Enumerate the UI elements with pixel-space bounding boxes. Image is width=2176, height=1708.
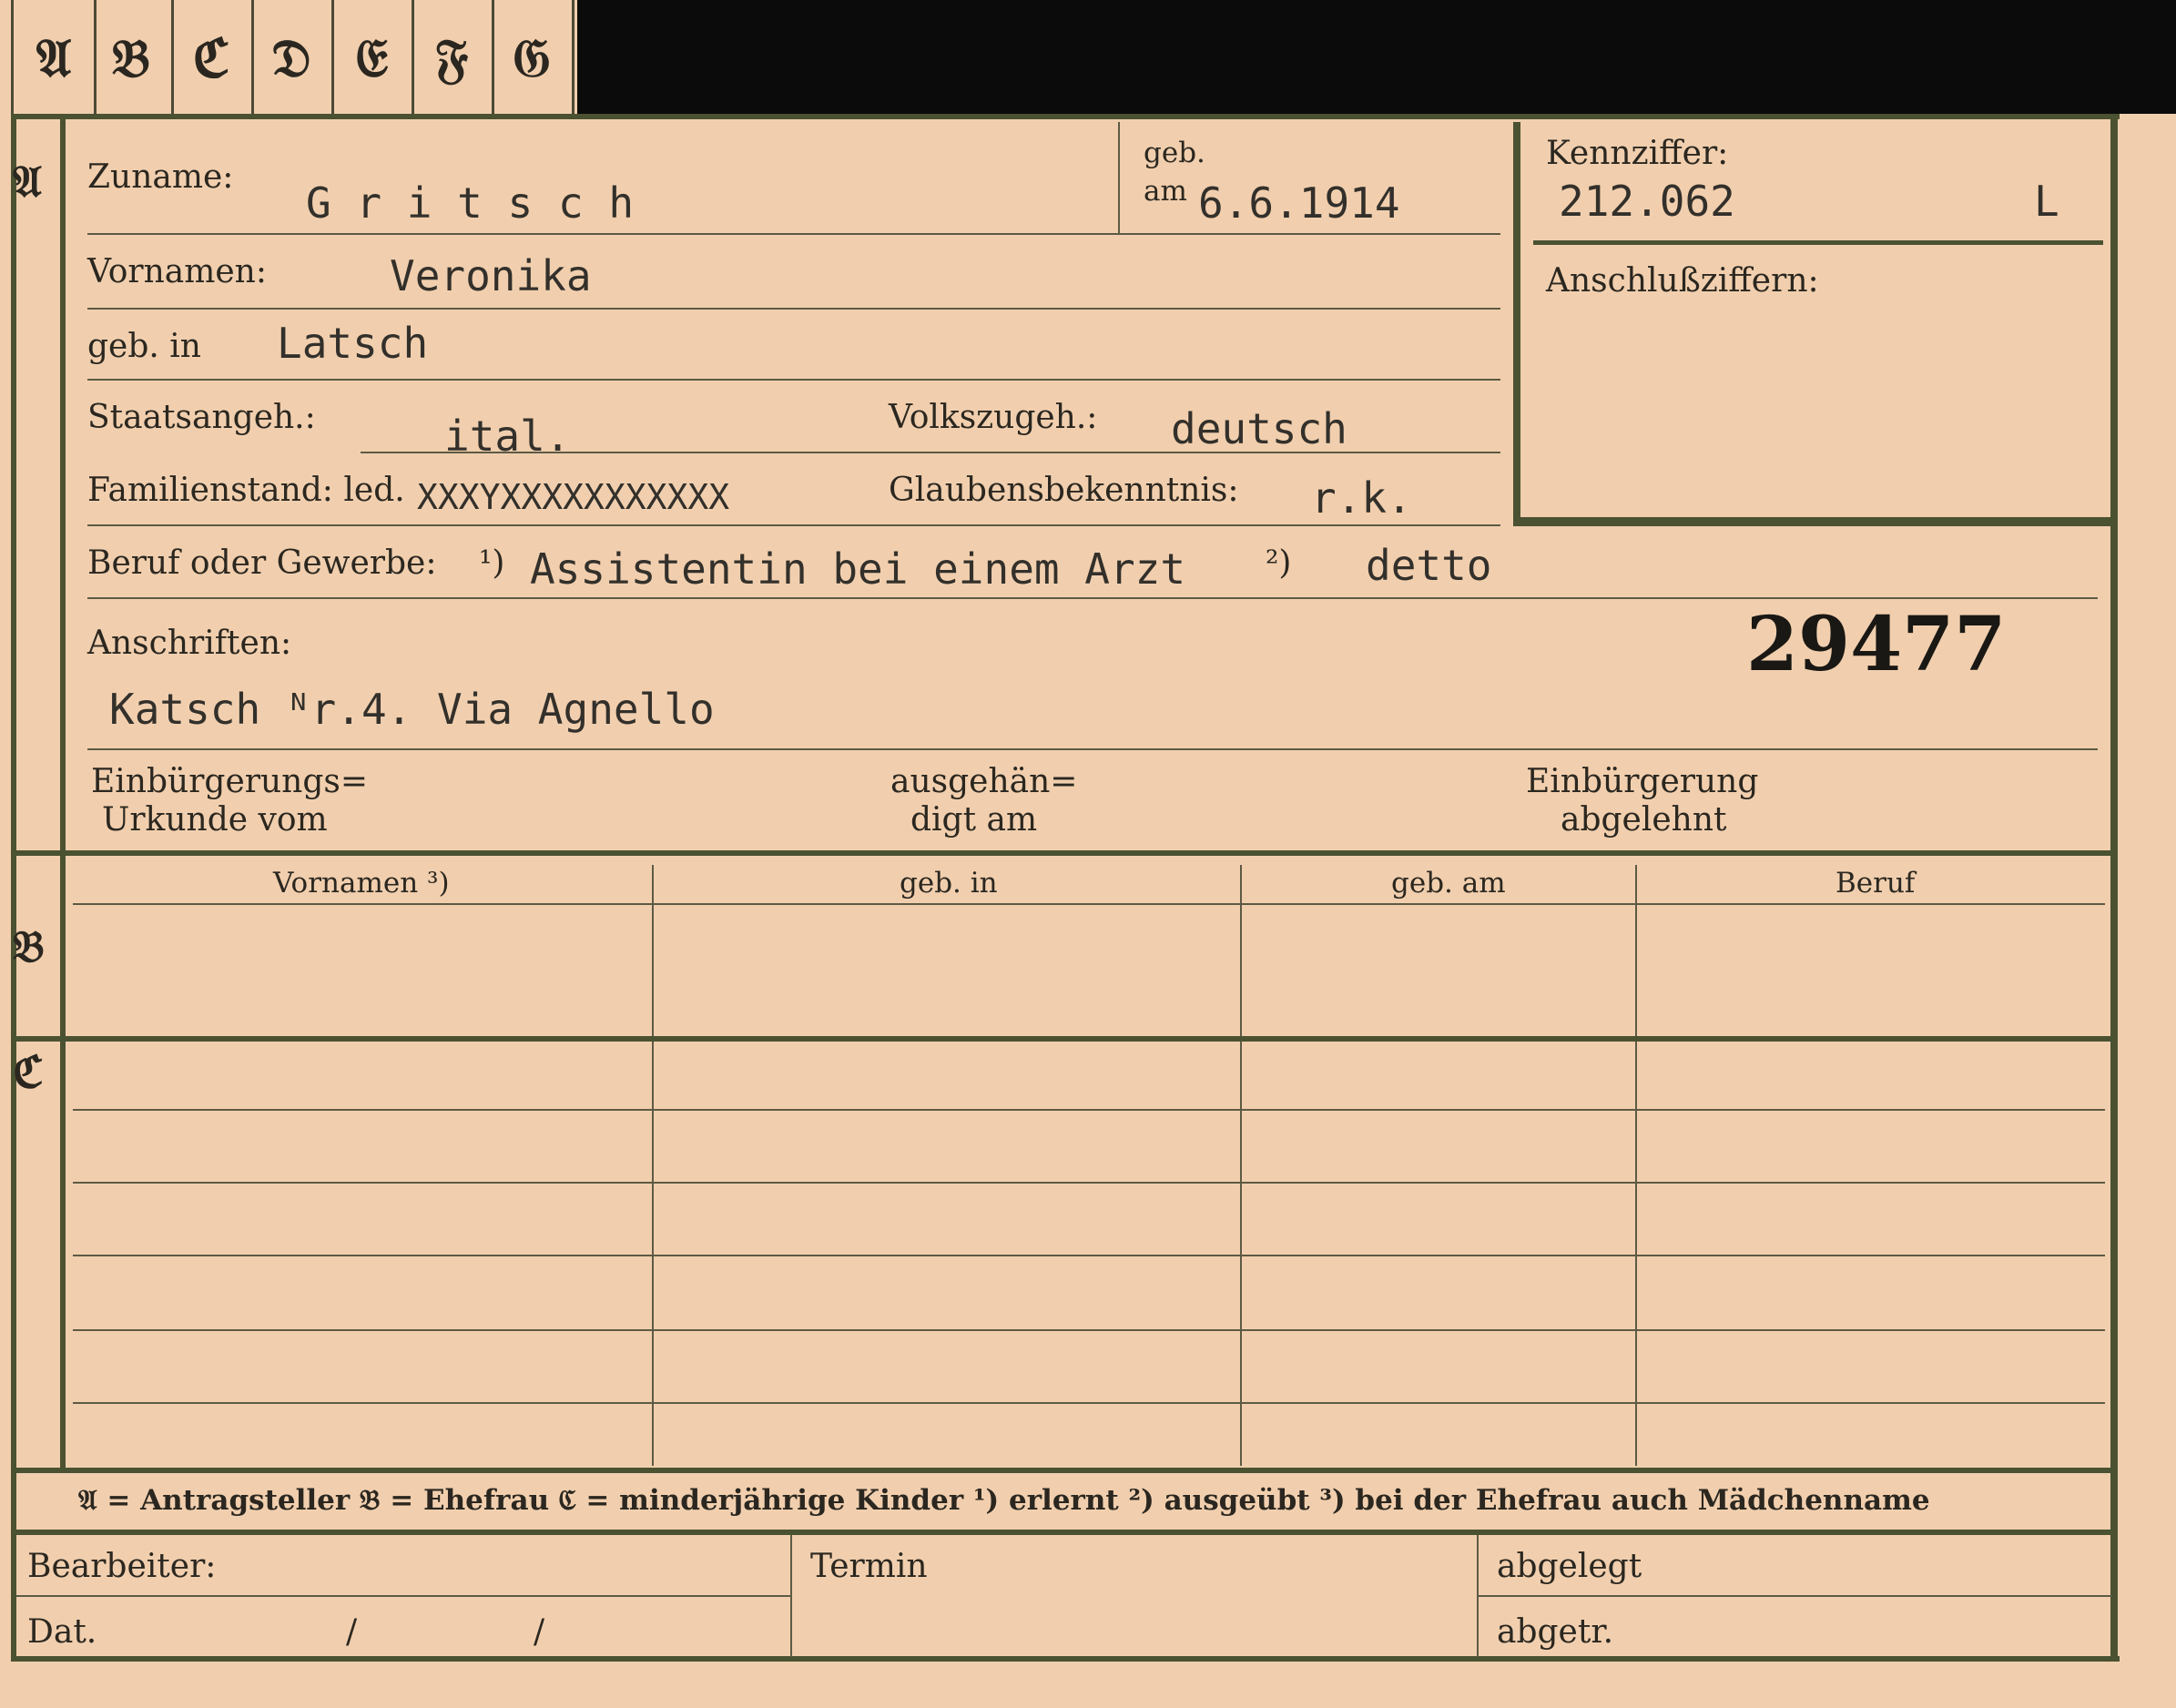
- familienstand-struck: XXXYXXXXXXXXXXX: [417, 477, 730, 517]
- footer-divider-1: [790, 1535, 792, 1657]
- footer-line: [1479, 1595, 2112, 1597]
- frame-bottom: [11, 1656, 2120, 1662]
- frame-left: [11, 114, 16, 1662]
- legend-text: 𝔄 = Antragsteller 𝔅 = Ehefrau ℭ = minder…: [78, 1484, 1930, 1517]
- section-c-letter: ℭ: [13, 1047, 44, 1098]
- kennziffer-box-bottom: [1513, 517, 2110, 526]
- row-line: [87, 308, 1500, 310]
- header-line: [73, 903, 2105, 905]
- geb-am-value: 6.6.1914: [1198, 178, 1400, 228]
- frame-right: [2110, 114, 2118, 1662]
- volkszugeh-value: deutsch: [1171, 404, 1347, 453]
- table-header-vornamen: Vornamen ³): [273, 867, 450, 900]
- stamp-number: 29477: [1746, 601, 2007, 688]
- ausgehaen-line2: digt am: [910, 801, 1038, 839]
- dat-label: Dat.: [27, 1613, 97, 1651]
- row-line: [361, 452, 1500, 453]
- section-b-top: [11, 850, 2116, 856]
- tab-g[interactable]: 𝔊: [492, 0, 575, 117]
- glaubens-value: r.k.: [1311, 473, 1412, 523]
- geb-divider: [1118, 122, 1120, 233]
- geb-label: geb.: [1144, 137, 1205, 169]
- einb-urkunde-line2: Urkunde vom: [102, 801, 328, 839]
- child-row-line: [73, 1182, 2105, 1184]
- einb-abgelehnt-line1: Einbürgerung: [1526, 763, 1759, 800]
- bearbeiter-label: Bearbeiter:: [27, 1548, 217, 1585]
- dat-slash-1: /: [346, 1613, 358, 1651]
- kennziffer-value: 212.062: [1559, 177, 1735, 226]
- tab-a[interactable]: 𝔄: [11, 0, 97, 117]
- beruf-mark-1: ¹): [479, 544, 505, 582]
- col-divider-3: [1635, 865, 1637, 1466]
- section-b-letter: 𝔅: [13, 921, 45, 972]
- tab-f[interactable]: 𝔉: [412, 0, 494, 117]
- tab-c[interactable]: ℭ: [171, 0, 254, 117]
- am-label: am: [1144, 175, 1187, 208]
- table-header-geb-am: geb. am: [1391, 867, 1506, 900]
- einb-abgelehnt-line2: abgelehnt: [1561, 801, 1727, 839]
- section-c-top: [11, 1036, 2116, 1042]
- child-row-line: [73, 1329, 2105, 1331]
- vornamen-label: Vornamen:: [87, 253, 267, 290]
- child-row-line: [73, 1255, 2105, 1256]
- table-header-geb-in: geb. in: [900, 867, 998, 900]
- anschriften-value: Katsch ᴺr.4. Via Agnello: [109, 685, 715, 734]
- legend-bottom: [11, 1530, 2116, 1535]
- row-line: [87, 524, 1500, 526]
- dat-slash-2: /: [534, 1613, 545, 1651]
- letter-tabs: 𝔄 𝔅 ℭ 𝔇 𝔈 𝔉 𝔊: [0, 0, 577, 117]
- familienstand-label: Familienstand: led.: [87, 472, 405, 509]
- ausgehaen-line1: ausgehän=: [890, 763, 1078, 800]
- beruf-value-1: Assistentin bei einem Arzt: [530, 544, 1186, 594]
- beruf-label: Beruf oder Gewerbe:: [87, 544, 437, 582]
- beruf-mark-2: ²): [1266, 544, 1292, 582]
- col-divider-2: [1240, 865, 1242, 1466]
- frame-top: [11, 114, 2120, 119]
- geb-in-value: Latsch: [277, 319, 429, 368]
- child-row-line: [73, 1402, 2105, 1404]
- row-line: [87, 597, 2098, 599]
- kennziffer-divider: [1533, 240, 2103, 245]
- tab-b[interactable]: 𝔅: [91, 0, 174, 117]
- vornamen-value: Veronika: [390, 251, 592, 300]
- termin-label: Termin: [810, 1548, 928, 1585]
- glaubens-label: Glaubensbekenntnis:: [889, 472, 1239, 509]
- anschriften-label: Anschriften:: [87, 625, 292, 662]
- row-line: [87, 379, 1500, 381]
- abgetr-label: abgetr.: [1497, 1613, 1614, 1651]
- geb-in-label: geb. in: [87, 328, 201, 365]
- tab-e[interactable]: 𝔈: [331, 0, 414, 117]
- anschluss-label: Anschlußziffern:: [1546, 262, 1819, 300]
- child-row-line: [73, 1109, 2105, 1111]
- kennziffer-box-left: [1513, 122, 1520, 526]
- row-line: [87, 748, 2098, 750]
- section-a-letter: 𝔄: [13, 157, 42, 208]
- legend-top: [11, 1468, 2116, 1473]
- section-column-rule: [60, 114, 66, 1470]
- footer-line: [16, 1595, 790, 1597]
- zuname-label: Zuname:: [87, 158, 234, 196]
- beruf-value-2: detto: [1366, 541, 1492, 590]
- volkszugeh-label: Volkszugeh.:: [889, 399, 1098, 436]
- staatsangeh-label: Staatsangeh.:: [87, 399, 316, 436]
- tab-d[interactable]: 𝔇: [251, 0, 334, 117]
- kennziffer-label: Kennziffer:: [1546, 135, 1729, 172]
- row-line: [87, 233, 1500, 235]
- abgelegt-label: abgelegt: [1497, 1548, 1642, 1585]
- kennziffer-letter: L: [2034, 177, 2059, 226]
- einb-urkunde-line1: Einbürgerungs=: [91, 763, 369, 800]
- col-divider-1: [652, 865, 654, 1466]
- table-header-beruf: Beruf: [1835, 867, 1916, 900]
- zuname-value: G r i t s c h: [306, 178, 635, 228]
